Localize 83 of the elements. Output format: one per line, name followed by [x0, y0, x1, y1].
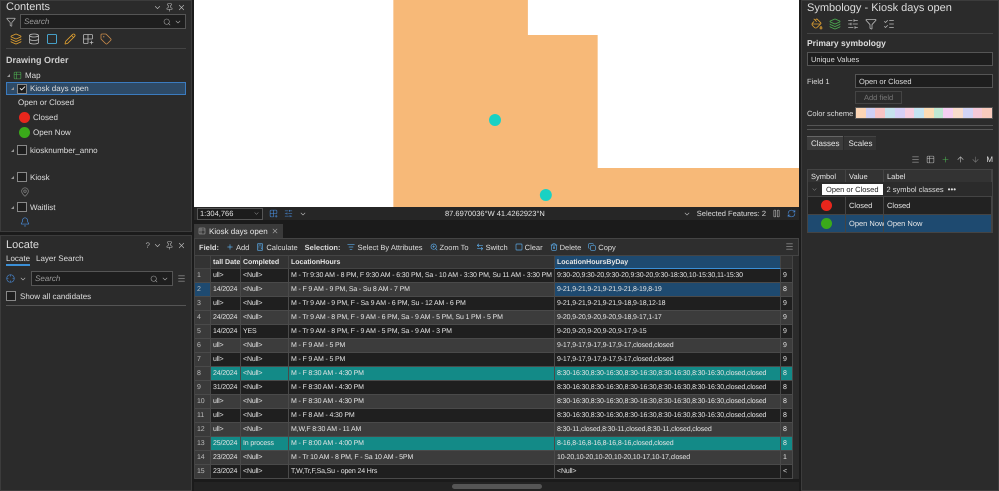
checkbox-label: Show all candidates: [20, 292, 92, 300]
filter-icon[interactable]: [6, 16, 16, 26]
swap-arrows-icon: [476, 243, 484, 251]
close-icon[interactable]: [177, 2, 186, 12]
symbol-cell[interactable]: [808, 196, 846, 214]
checkbox[interactable]: [17, 202, 27, 212]
close-icon[interactable]: [177, 240, 186, 250]
square-icon: [514, 243, 523, 251]
search-icon[interactable]: [150, 274, 158, 282]
layers-icon[interactable]: [829, 18, 841, 30]
filter-list-icon: [347, 243, 356, 251]
list-icon[interactable]: [883, 18, 895, 30]
search-field[interactable]: Search: [35, 274, 147, 283]
legend-label: Open Now: [33, 128, 71, 138]
layer-item[interactable]: kiosknumber_anno: [6, 144, 186, 157]
plus-icon: [226, 243, 234, 251]
sliders-icon[interactable]: [284, 209, 293, 218]
more-button[interactable]: •••: [948, 184, 956, 194]
table-icon[interactable]: [926, 155, 936, 164]
dropdown-icon[interactable]: [253, 210, 260, 217]
search-field[interactable]: Search: [24, 17, 160, 26]
legend-heading: Open or Closed: [17, 97, 76, 110]
copy-icon: [588, 243, 596, 251]
tag-icon[interactable]: [100, 33, 112, 45]
expand-arrow-icon[interactable]: [11, 206, 14, 209]
help-button[interactable]: ?: [146, 240, 150, 250]
arrow-down-icon[interactable]: [971, 155, 980, 164]
map-item[interactable]: Map: [6, 69, 186, 82]
zoom-icon: [430, 243, 438, 251]
color-scheme-ramp[interactable]: [855, 107, 993, 119]
layer-item[interactable]: Kiosk: [6, 170, 186, 184]
checkbox[interactable]: [17, 145, 27, 156]
add-icon[interactable]: [941, 155, 950, 164]
search-icon[interactable]: [163, 18, 171, 26]
tab[interactable]: Locate: [6, 254, 30, 266]
grid-icon[interactable]: [269, 209, 278, 218]
pin-icon[interactable]: [165, 240, 174, 250]
expand-arrow-icon[interactable]: [7, 74, 10, 78]
refresh-icon[interactable]: [787, 209, 796, 218]
expand-arrow-icon[interactable]: [11, 148, 14, 152]
legend-label: Closed: [33, 113, 58, 122]
tab[interactable]: Classes: [807, 136, 844, 150]
horizontal-scrollbar[interactable]: [194, 482, 799, 491]
checkbox[interactable]: [17, 172, 27, 182]
pane-title: Locate: [6, 239, 40, 251]
pencil-icon[interactable]: [64, 33, 76, 45]
expand-arrow-icon[interactable]: [11, 176, 14, 179]
pane-title: Contents: [6, 1, 50, 13]
pane-title: Symbology - Kiosk days open: [807, 2, 952, 14]
arrow-up-icon[interactable]: [956, 155, 966, 164]
database-icon[interactable]: [28, 33, 40, 45]
section-heading: Drawing Order: [6, 54, 70, 67]
checkbox[interactable]: [17, 84, 27, 94]
search-box[interactable]: Search: [20, 14, 186, 29]
checkbox[interactable]: [6, 291, 16, 301]
layer-item[interactable]: Kiosk days open: [6, 82, 186, 96]
tab[interactable]: Layer Search: [36, 254, 84, 266]
trash-icon: [550, 243, 558, 251]
tab[interactable]: Scales: [844, 136, 876, 150]
pause-icon[interactable]: [772, 209, 781, 218]
layer-item[interactable]: Waitlist: [6, 200, 186, 214]
filter-icon[interactable]: [865, 18, 877, 30]
menu-icon[interactable]: [177, 274, 186, 283]
list-icon[interactable]: [911, 155, 920, 164]
more-text: M: [986, 155, 993, 164]
bell-icon: [20, 216, 30, 227]
calculator-icon: [256, 243, 264, 251]
symbol-cell[interactable]: [808, 214, 846, 232]
pin-icon[interactable]: [165, 2, 174, 12]
section-heading: Primary symbology: [807, 38, 887, 48]
locator-icon[interactable]: [6, 274, 15, 283]
menu-icon[interactable]: [785, 242, 794, 250]
paint-icon[interactable]: [811, 18, 823, 30]
expand-arrow-icon[interactable]: [11, 87, 14, 90]
grid-plus-icon[interactable]: [82, 33, 94, 45]
marker-icon: [20, 186, 30, 197]
table-tab[interactable]: Kiosk days open: [194, 224, 283, 238]
collapse-icon[interactable]: [811, 186, 818, 192]
search-box[interactable]: Search: [31, 271, 173, 286]
close-icon[interactable]: [270, 227, 279, 235]
sliders-icon[interactable]: [847, 18, 859, 30]
layers-icon[interactable]: [10, 33, 22, 45]
table-icon: [198, 227, 206, 235]
